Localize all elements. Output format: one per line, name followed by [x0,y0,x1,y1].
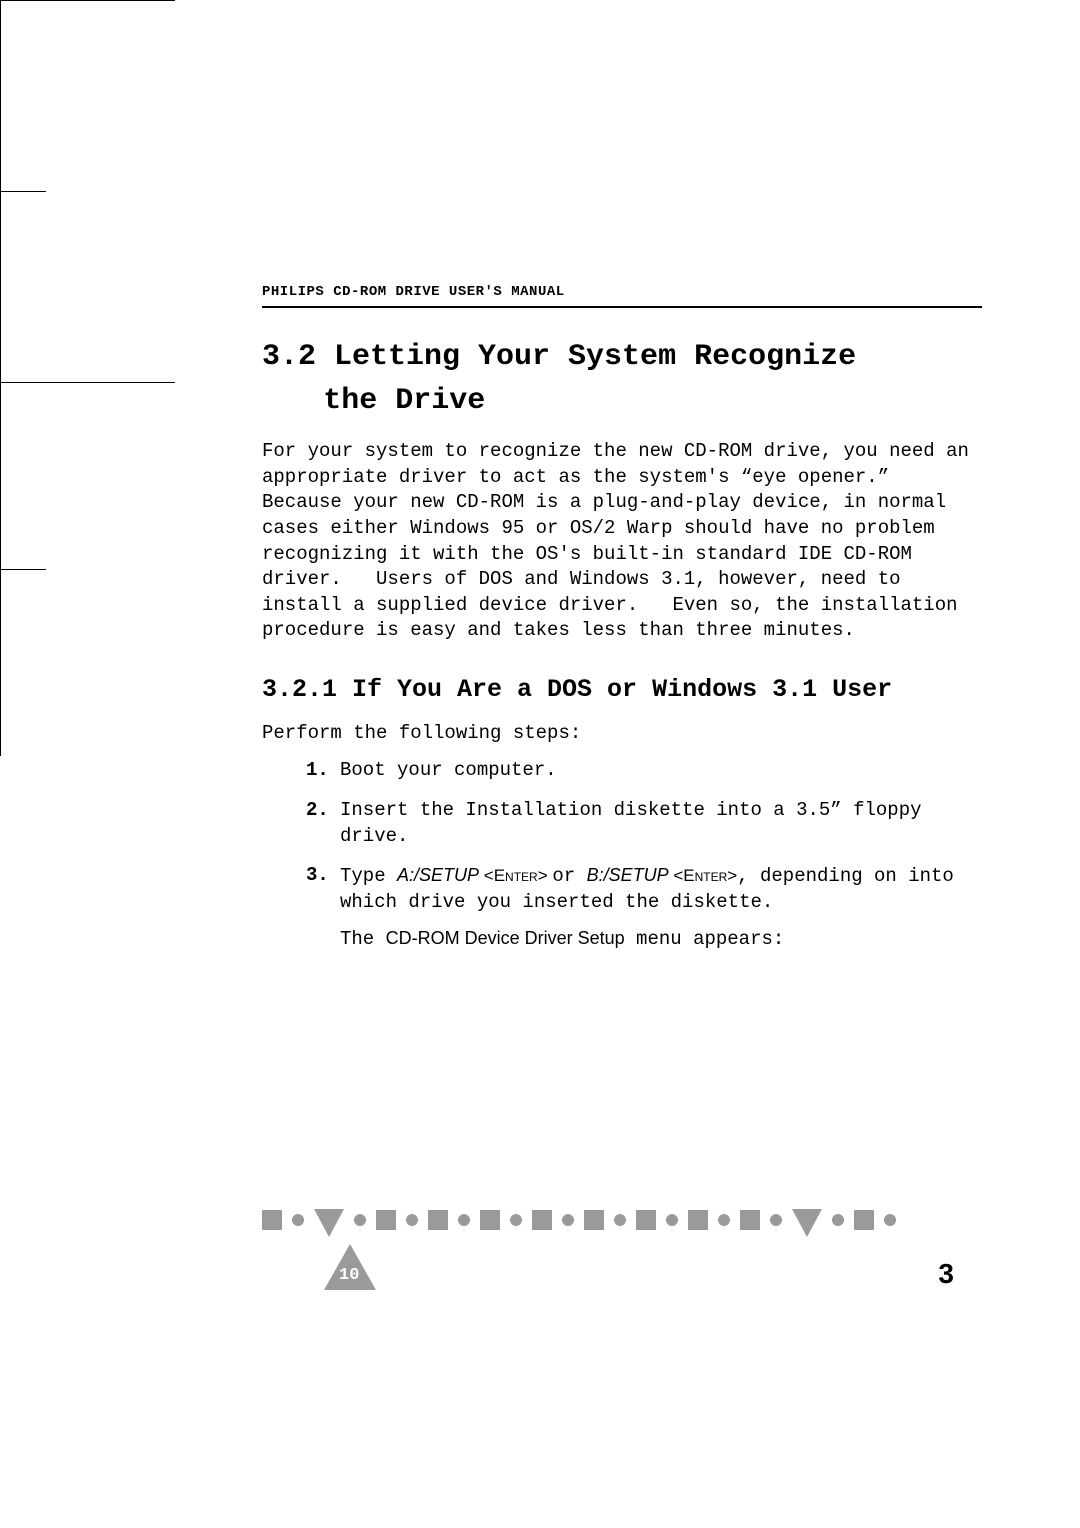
heading-line: 3.2 Letting Your System Recognize [262,336,982,380]
dot-icon [770,1214,782,1226]
square-icon [428,1210,448,1230]
square-icon [854,1210,874,1230]
step-number: 2. [306,798,329,824]
text-run: menu appears: [625,928,785,950]
text-run: or [552,865,586,887]
crop-mark [0,383,1,569]
key-enter: <Enter> [479,866,552,885]
square-icon [532,1210,552,1230]
section-heading: 3.2 Letting Your System Recognize the Dr… [262,336,982,423]
footer-row: 10 3 [262,1244,982,1290]
crop-mark [0,191,46,192]
step-number: 1. [306,758,329,784]
running-head: PHILIPS CD-ROM DRIVE USER'S MANUAL [262,284,982,300]
subsection-heading: 3.2.1 If You Are a DOS or Windows 3.1 Us… [262,672,982,708]
chapter-number: 3 [938,1258,954,1290]
steps-lead: Perform the following steps: [262,722,982,744]
dot-icon [406,1214,418,1226]
command-text: B:/SETUP [587,865,669,885]
command-text: A:/SETUP [397,865,479,885]
dot-icon [562,1214,574,1226]
steps-list: 1. Boot your computer. 2. Insert the Ins… [306,758,982,952]
dot-icon [614,1214,626,1226]
crop-mark [0,0,175,1]
step-subtext: The CD-ROM Device Driver Setup menu appe… [340,926,982,953]
dot-icon [832,1214,844,1226]
square-icon [584,1210,604,1230]
triangle-down-icon [792,1209,822,1237]
page-number: 10 [339,1266,359,1285]
section-intro: For your system to recognize the new CD-… [262,439,982,644]
heading-line: the Drive [262,380,982,424]
dot-icon [718,1214,730,1226]
square-icon [740,1210,760,1230]
square-icon [262,1210,282,1230]
square-icon [480,1210,500,1230]
crop-mark [0,192,1,382]
dot-icon [354,1214,366,1226]
step-item: 2. Insert the Installation diskette into… [306,798,982,849]
crop-mark [0,570,1,756]
square-icon [376,1210,396,1230]
page-content: PHILIPS CD-ROM DRIVE USER'S MANUAL 3.2 L… [262,284,982,966]
dot-icon [884,1214,896,1226]
text-run: The [340,928,386,950]
step-text: Type A:/SETUP <Enter> or B:/SETUP <Enter… [340,865,954,913]
step-item: 3. Type A:/SETUP <Enter> or B:/SETUP <En… [306,863,982,952]
step-text: Insert the Installation diskette into a … [340,799,922,847]
crop-mark [0,382,175,383]
triangle-down-icon [314,1209,344,1237]
step-text: Boot your computer. [340,759,557,781]
step-item: 1. Boot your computer. [306,758,982,784]
dot-icon [292,1214,304,1226]
square-icon [636,1210,656,1230]
dot-icon [510,1214,522,1226]
menu-name: CD-ROM Device Driver Setup [386,928,625,948]
step-number: 3. [306,863,329,889]
square-icon [688,1210,708,1230]
header-rule [262,306,982,308]
dot-icon [458,1214,470,1226]
footer-ornament [262,1204,982,1236]
crop-mark [0,1,1,191]
dot-icon [666,1214,678,1226]
crop-mark [0,569,46,570]
text-run: Type [340,865,397,887]
key-enter: <Enter> [669,866,738,885]
